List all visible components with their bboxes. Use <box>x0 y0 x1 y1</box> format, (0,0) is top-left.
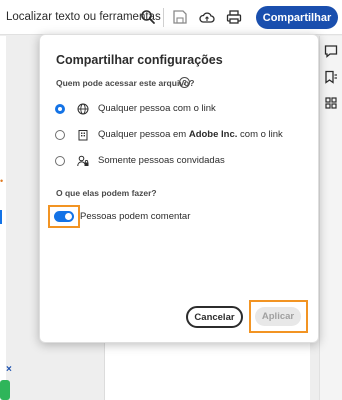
cancel-button[interactable]: Cancelar <box>186 306 243 328</box>
building-icon <box>78 130 88 141</box>
page-mark <box>0 210 2 224</box>
app-window: Localizar texto ou ferramentas Compartil… <box>0 0 342 400</box>
globe-icon <box>77 103 89 115</box>
right-tool-rail <box>319 36 342 400</box>
app-badge <box>0 380 10 400</box>
option-label-part: com o link <box>237 129 283 140</box>
option-label: Qualquer pessoa em Adobe Inc. com o link <box>98 129 283 140</box>
share-button[interactable]: Compartilhar <box>256 6 338 29</box>
apply-button[interactable]: Aplicar <box>255 307 301 326</box>
search-icon[interactable] <box>140 9 156 25</box>
dialog-title: Compartilhar configurações <box>56 53 223 67</box>
option-label: Qualquer pessoa com o link <box>98 103 216 114</box>
option-label: Somente pessoas convidadas <box>98 155 225 166</box>
comment-toggle-switch[interactable] <box>54 211 74 222</box>
comment-icon[interactable] <box>324 44 338 58</box>
access-option-anyone[interactable]: Qualquer pessoa com o link <box>55 101 295 117</box>
top-toolbar: Localizar texto ou ferramentas Compartil… <box>0 0 342 35</box>
toggle-knob <box>65 213 72 220</box>
comment-toggle-highlight <box>48 205 80 228</box>
grid-icon[interactable] <box>324 96 338 110</box>
user-lock-icon <box>77 155 89 167</box>
option-label-part: Qualquer pessoa em <box>98 129 189 140</box>
bookmark-icon[interactable] <box>324 70 338 84</box>
search-tools-field[interactable]: Localizar texto ou ferramentas <box>6 11 161 23</box>
print-icon[interactable] <box>226 9 242 25</box>
help-icon[interactable]: ? <box>179 77 190 88</box>
radio-org[interactable] <box>55 130 65 140</box>
cloud-icon[interactable] <box>199 9 215 25</box>
org-name: Adobe Inc. <box>188 129 238 140</box>
access-option-invited[interactable]: Somente pessoas convidadas <box>55 153 295 169</box>
toolbar-divider <box>163 8 164 27</box>
comment-toggle-label: Pessoas podem comentar <box>80 211 191 222</box>
permission-question-label: O que elas podem fazer? <box>56 188 157 198</box>
save-icon[interactable] <box>172 9 188 25</box>
close-x-mark: × <box>6 364 12 375</box>
radio-invited[interactable] <box>55 156 65 166</box>
radio-anyone[interactable] <box>55 104 65 114</box>
page-mark: • <box>0 176 4 186</box>
share-settings-dialog: Compartilhar configurações Quem pode ace… <box>39 34 319 343</box>
access-question-label: Quem pode acessar este arquivo? <box>56 78 195 88</box>
apply-button-highlight: Aplicar <box>249 300 308 333</box>
access-option-org[interactable]: Qualquer pessoa em Adobe Inc. com o link <box>55 127 305 143</box>
